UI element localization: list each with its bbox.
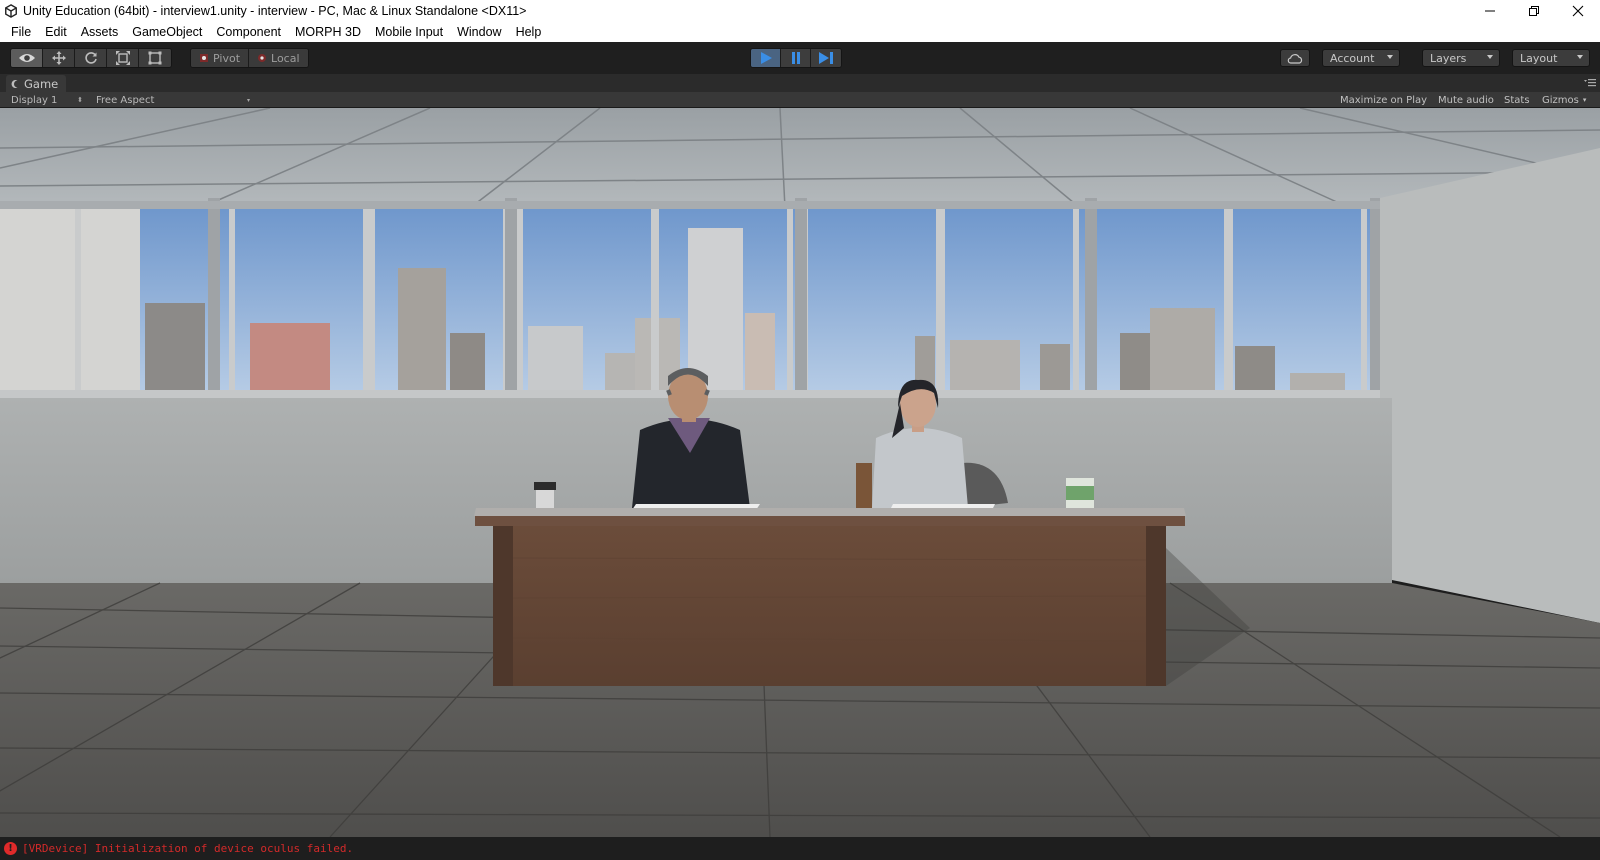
restore-icon [1529, 6, 1539, 16]
rect-tool-button[interactable] [139, 49, 171, 67]
stats-toggle[interactable]: Stats [1504, 93, 1530, 107]
move-tool-button[interactable] [43, 49, 75, 67]
close-button[interactable] [1556, 0, 1600, 22]
mute-audio-toggle[interactable]: Mute audio [1438, 93, 1494, 107]
cloud-button[interactable] [1280, 49, 1310, 67]
scale-tool-icon [115, 51, 130, 65]
step-icon [819, 52, 833, 64]
rotate-tool-button[interactable] [75, 49, 107, 67]
status-bar: ! [VRDevice] Initialization of device oc… [0, 837, 1600, 860]
display-select[interactable]: Display 1 ⬍ [11, 93, 83, 107]
minimize-button[interactable] [1468, 0, 1512, 22]
menu-edit[interactable]: Edit [38, 25, 74, 39]
mute-label: Mute audio [1438, 94, 1494, 106]
gizmos-label: Gizmos [1542, 94, 1579, 106]
layers-label: Layers [1430, 51, 1467, 65]
display-caret-icon: ⬍ [77, 96, 83, 104]
game-view[interactable] [0, 108, 1600, 837]
menu-bar: File Edit Assets GameObject Component MO… [0, 22, 1600, 42]
pivot-icon [200, 54, 208, 62]
pivot-label: Pivot [213, 51, 241, 65]
menu-window[interactable]: Window [450, 25, 508, 39]
gizmos-toggle[interactable]: Gizmos ▾ [1542, 93, 1586, 107]
stats-label: Stats [1504, 94, 1530, 106]
maximize-label: Maximize on Play [1340, 94, 1428, 106]
display-label: Display 1 [11, 94, 58, 106]
unity-logo-icon [5, 4, 17, 18]
menu-mobile-input[interactable]: Mobile Input [368, 25, 450, 39]
cloud-icon [1287, 53, 1303, 64]
gizmos-caret-icon: ▾ [1582, 96, 1587, 104]
local-label: Local [271, 51, 300, 65]
play-controls [750, 48, 842, 68]
view-tool-icon [18, 54, 35, 62]
game-tab-label: Game [24, 76, 59, 91]
layout-dropdown[interactable]: Layout [1512, 49, 1590, 67]
close-icon [1572, 5, 1584, 17]
minimize-icon [1485, 10, 1495, 12]
menu-morph3d[interactable]: MORPH 3D [288, 25, 368, 39]
game-tab-bar: Game [0, 74, 1600, 92]
pause-icon [791, 52, 800, 64]
rect-tool-icon [148, 51, 162, 65]
layout-label: Layout [1520, 51, 1558, 65]
local-toggle[interactable]: Local [249, 49, 308, 67]
aspect-select[interactable]: Free Aspect ▾ [96, 93, 250, 107]
move-tool-icon [51, 51, 66, 65]
menu-help[interactable]: Help [509, 25, 549, 39]
pause-button[interactable] [781, 49, 811, 67]
play-button[interactable] [751, 49, 781, 67]
layers-dropdown[interactable]: Layers [1422, 49, 1500, 67]
aspect-caret-icon: ▾ [246, 96, 250, 104]
game-tab-icon [11, 79, 18, 88]
panel-menu-icon[interactable] [1584, 78, 1596, 88]
restore-button[interactable] [1512, 0, 1556, 22]
play-icon [760, 52, 772, 64]
scale-tool-button[interactable] [107, 49, 139, 67]
step-button[interactable] [811, 49, 841, 67]
title-bar: Unity Education (64bit) - interview1.uni… [0, 0, 1600, 22]
pivot-local-group: Pivot Local [190, 48, 309, 68]
menu-gameobject[interactable]: GameObject [125, 25, 209, 39]
view-tool-button[interactable] [11, 49, 43, 67]
status-message[interactable]: [VRDevice] Initialization of device ocul… [22, 842, 353, 855]
main-toolbar: Pivot Local Account Layers Layout [0, 42, 1600, 74]
scene-render [0, 108, 1600, 837]
account-dropdown[interactable]: Account [1322, 49, 1400, 67]
menu-assets[interactable]: Assets [74, 25, 126, 39]
rotate-tool-icon [84, 52, 97, 64]
aspect-label: Free Aspect [96, 94, 155, 106]
game-tab[interactable]: Game [6, 75, 67, 92]
local-icon [258, 54, 267, 62]
maximize-on-play-toggle[interactable]: Maximize on Play [1340, 93, 1427, 107]
account-label: Account [1330, 51, 1375, 65]
menu-file[interactable]: File [4, 25, 38, 39]
menu-component[interactable]: Component [209, 25, 288, 39]
transform-tools [10, 48, 172, 68]
game-controls: Display 1 ⬍ Free Aspect ▾ Maximize on Pl… [0, 92, 1600, 108]
pivot-toggle[interactable]: Pivot [191, 49, 250, 67]
error-icon: ! [4, 842, 17, 855]
window-title: Unity Education (64bit) - interview1.uni… [23, 4, 527, 18]
